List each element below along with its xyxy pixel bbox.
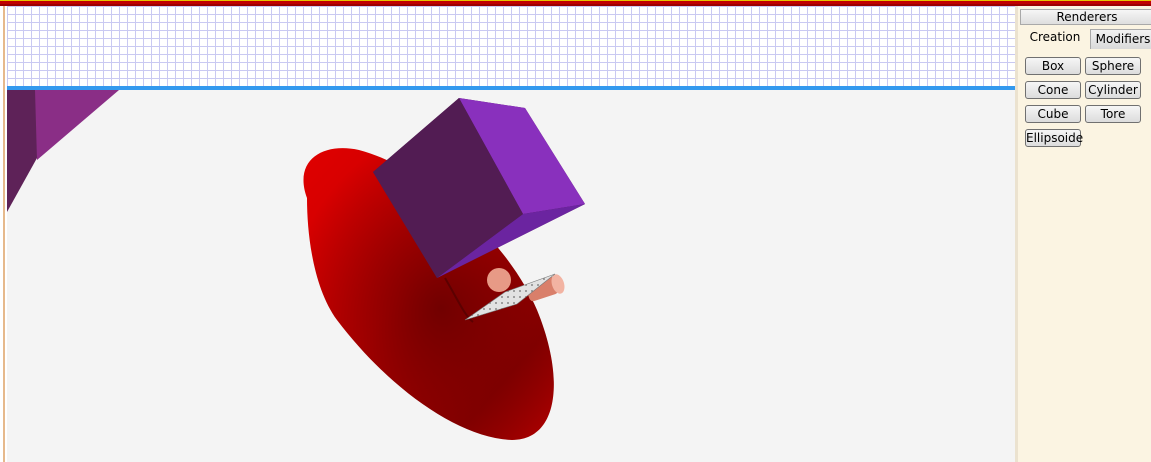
cube-button[interactable]: Cube [1025,105,1081,123]
renderers-header[interactable]: Renderers [1020,9,1151,25]
cone-button[interactable]: Cone [1025,81,1081,99]
sphere-button[interactable]: Sphere [1085,57,1141,75]
ellipsoide-button[interactable]: Ellipsoide [1025,129,1083,147]
tab-modifiers[interactable]: Modifiers [1090,29,1151,49]
tools-panel: Renderers Creation Modifiers Box Sphere … [1015,6,1151,462]
scene-3d[interactable] [7,90,1015,462]
left-rail-line [3,6,5,462]
viewport-3d[interactable] [7,90,1015,462]
cylinder-button[interactable]: Cylinder [1085,81,1141,99]
tore-button[interactable]: Tore [1085,105,1141,123]
grid-canvas[interactable] [7,6,1015,86]
sphere-object[interactable] [487,268,511,292]
tab-creation[interactable]: Creation [1022,26,1088,46]
partial-purple-shape[interactable] [7,90,119,212]
left-rail [0,6,7,462]
box-button[interactable]: Box [1025,57,1081,75]
